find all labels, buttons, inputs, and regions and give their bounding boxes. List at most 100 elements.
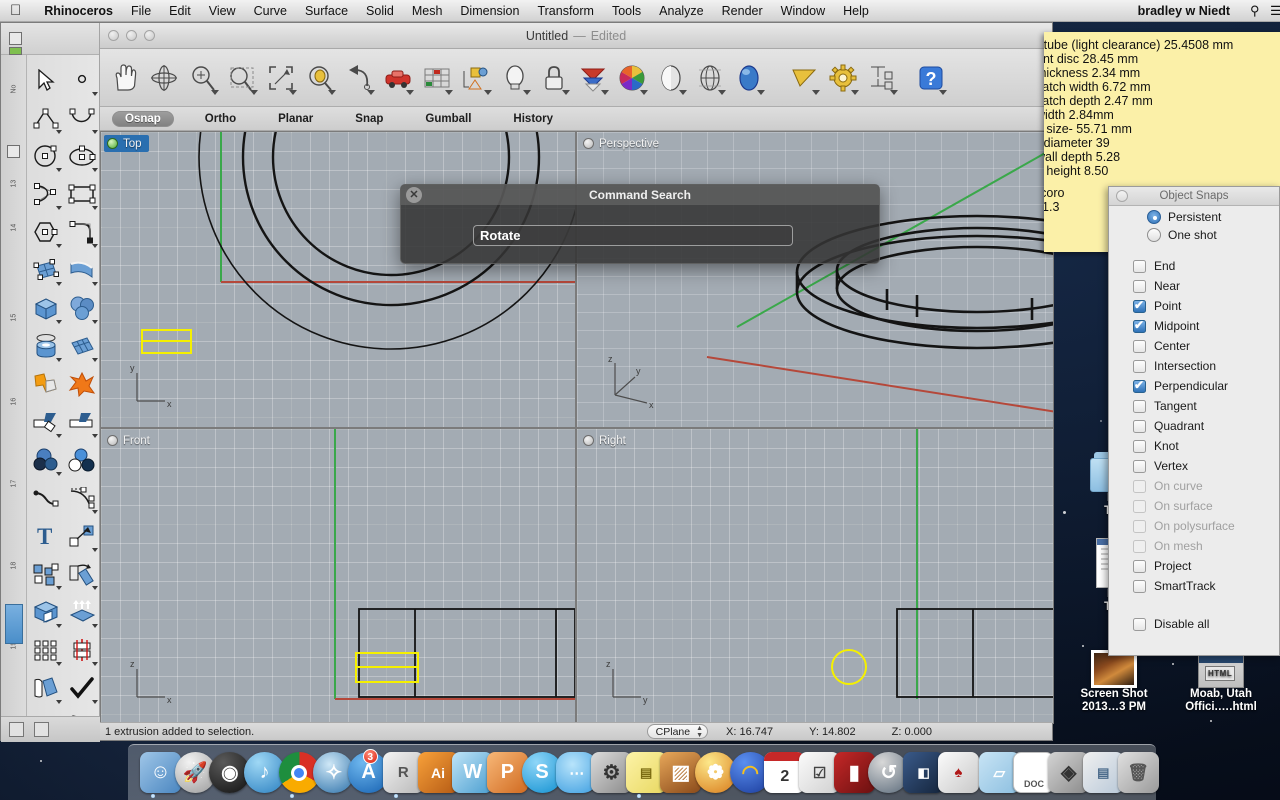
menu-curve[interactable]: Curve — [245, 4, 296, 18]
close-icon[interactable] — [1116, 190, 1128, 202]
fillet-curve-tool[interactable] — [64, 213, 100, 251]
menu-transform[interactable]: Transform — [528, 4, 603, 18]
boolean-difference-tool[interactable] — [28, 593, 64, 631]
help-icon[interactable]: ? — [912, 54, 950, 102]
lock-icon[interactable] — [535, 54, 573, 102]
rotate-tool[interactable] — [64, 555, 100, 593]
box-tool[interactable] — [28, 289, 64, 327]
surface-from-points-tool[interactable] — [28, 251, 64, 289]
menu-help[interactable]: Help — [834, 4, 878, 18]
gumball-toggle[interactable]: Gumball — [404, 113, 492, 125]
menu-solid[interactable]: Solid — [357, 4, 403, 18]
viewport-top[interactable]: Top y x — [100, 131, 576, 428]
menu-mesh[interactable]: Mesh — [403, 4, 452, 18]
snap-intersection[interactable]: Intersection — [1133, 356, 1279, 376]
snap-toggle[interactable]: Snap — [334, 113, 404, 125]
viewport-label-right[interactable]: Right — [580, 432, 633, 449]
menu-render[interactable]: Render — [713, 4, 772, 18]
dock-app-store[interactable]: A3 — [345, 749, 390, 796]
checkbox-icon[interactable] — [1133, 279, 1146, 293]
options-gear-icon[interactable] — [824, 54, 862, 102]
checkbox-icon[interactable] — [1133, 617, 1146, 631]
palette-square-icon[interactable] — [9, 47, 22, 55]
zoom-dynamic-icon[interactable] — [223, 54, 261, 102]
menu-file[interactable]: File — [122, 4, 160, 18]
cplane-selector[interactable]: CPlane ▲ ▼ — [646, 724, 709, 739]
layers-tool[interactable] — [28, 441, 64, 479]
ellipse-tool[interactable] — [64, 137, 100, 175]
checkbox-icon[interactable] — [1133, 419, 1146, 433]
snap-smarttrack[interactable]: SmartTrack — [1133, 576, 1279, 596]
dock-documents-folder[interactable]: ▱ — [976, 749, 1020, 796]
dock-safari[interactable]: ✧ — [310, 749, 355, 796]
menu-edit[interactable]: Edit — [160, 4, 200, 18]
dock-calendar[interactable]: 2 — [761, 749, 806, 796]
spotlight-icon[interactable] — [785, 54, 823, 102]
mirror-tool[interactable] — [64, 631, 100, 669]
close-icon[interactable]: ✕ — [406, 187, 422, 203]
snap-quadrant[interactable]: Quadrant — [1133, 416, 1279, 436]
light-icon[interactable] — [496, 54, 534, 102]
check-tool[interactable] — [64, 669, 100, 707]
snap-mode-persistent[interactable]: Persistent — [1109, 206, 1279, 224]
wireframe-view-icon[interactable] — [691, 54, 729, 102]
dock-utilities[interactable]: ◈ — [1045, 749, 1090, 796]
circle-tool[interactable] — [28, 137, 64, 175]
snap-mode-one-shot[interactable]: One shot — [1109, 224, 1279, 242]
osnap-toggle[interactable]: Osnap — [112, 110, 174, 127]
planar-toggle[interactable]: Planar — [257, 113, 334, 125]
command-search-input[interactable]: Rotate — [473, 225, 793, 246]
checkbox-icon[interactable] — [1133, 378, 1146, 393]
ruler-square-icon[interactable] — [7, 145, 20, 158]
dimension-icon[interactable] — [863, 54, 901, 102]
snap-midpoint[interactable]: Midpoint — [1133, 316, 1279, 336]
split-tool[interactable] — [64, 403, 100, 441]
explode-tool[interactable] — [64, 365, 100, 403]
palette-footer-square-icon-2[interactable] — [34, 722, 49, 737]
curve-edit-tool[interactable] — [28, 479, 64, 517]
named-views-icon[interactable] — [379, 54, 417, 102]
palette-footer-square-icon[interactable] — [9, 722, 24, 737]
dock-illustrator[interactable]: Ai — [415, 749, 459, 796]
layer-states-tool[interactable] — [64, 441, 100, 479]
array-tool[interactable] — [28, 631, 64, 669]
rectangle-tool[interactable] — [64, 175, 100, 213]
snap-project[interactable]: Project — [1133, 556, 1279, 576]
dock-time-machine[interactable]: ↺ — [865, 749, 910, 796]
window-title-bar[interactable]: Untitled — Edited — [100, 23, 1052, 49]
snap-knot[interactable]: Knot — [1133, 436, 1279, 456]
dock-trash[interactable]: 🗑 — [1115, 749, 1159, 796]
dock-itunes[interactable]: ♪ — [241, 749, 286, 796]
dock-downloads[interactable]: ▤ — [1080, 749, 1124, 796]
viewport-perspective[interactable]: Perspective z y x — [576, 131, 1054, 428]
polyline-tool[interactable] — [28, 99, 64, 137]
snap-end[interactable]: End — [1133, 256, 1279, 276]
command-search-dialog[interactable]: ✕ Command Search Rotate — [400, 184, 880, 264]
dock-keynote[interactable]: ◧ — [900, 749, 945, 796]
dock-finder[interactable]: ☺ — [137, 749, 181, 798]
undo-view-icon[interactable] — [340, 54, 378, 102]
dock-skype[interactable]: S — [519, 749, 563, 796]
menu-surface[interactable]: Surface — [296, 4, 357, 18]
checkbox-icon[interactable] — [1133, 559, 1146, 573]
menu-view[interactable]: View — [200, 4, 245, 18]
dock-stickies[interactable]: ▤ — [623, 749, 667, 798]
pan-icon[interactable] — [106, 54, 144, 102]
rendered-view-icon[interactable] — [730, 54, 768, 102]
search-icon[interactable]: ⚲ — [1240, 3, 1260, 19]
surface-grid-tool[interactable] — [64, 327, 100, 365]
viewport-label-front[interactable]: Front — [104, 432, 157, 449]
select-arrow-tool[interactable] — [28, 61, 64, 99]
surface-sweep-tool[interactable] — [64, 251, 100, 289]
point-tool[interactable] — [64, 61, 100, 99]
checkbox-icon[interactable] — [1133, 359, 1146, 373]
arc-tool[interactable] — [28, 175, 64, 213]
checkbox-icon[interactable] — [1133, 579, 1146, 593]
text-tool[interactable]: T — [28, 517, 64, 555]
viewport-right[interactable]: Right z y — [576, 428, 1054, 724]
sphere-boolean-tool[interactable] — [64, 289, 100, 327]
checkbox-icon[interactable] — [1133, 318, 1146, 333]
viewport-label-top[interactable]: Top — [104, 135, 149, 152]
dock-dashboard[interactable]: ◉ — [206, 749, 251, 796]
object-snaps-title-bar[interactable]: Object Snaps — [1109, 187, 1279, 206]
